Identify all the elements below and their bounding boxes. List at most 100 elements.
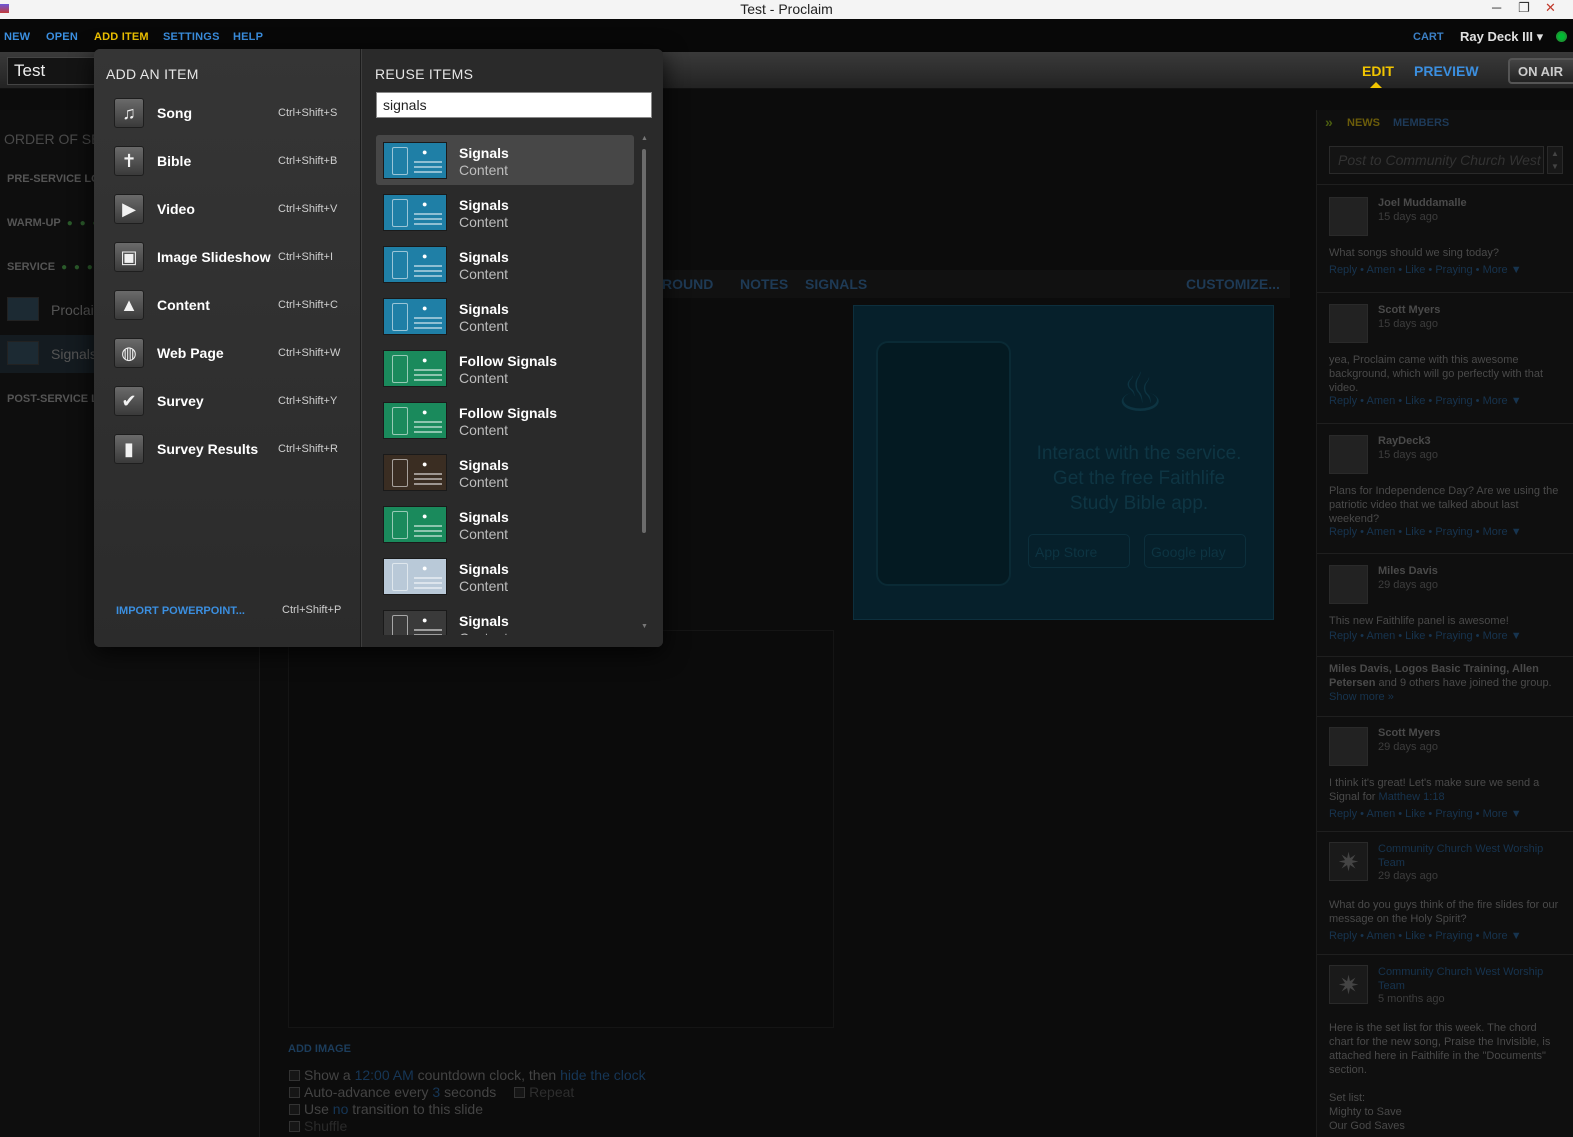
text-line-graphic: [414, 634, 442, 635]
maximize-icon[interactable]: ❐: [1518, 0, 1530, 16]
hide-clock-link[interactable]: hide the clock: [560, 1067, 646, 1083]
reuse-result-item[interactable]: ● Follow Signals Content: [376, 395, 634, 445]
scrollbar-thumb[interactable]: [642, 149, 646, 533]
text-line-graphic: [414, 270, 442, 272]
result-type: Content: [459, 630, 508, 635]
post-actions[interactable]: Reply • Amen • Like • Praying • More ▼: [1329, 930, 1522, 942]
section-service[interactable]: SERVICE ● ● ●: [7, 261, 95, 273]
transition-link[interactable]: no: [333, 1101, 349, 1117]
post-author[interactable]: Scott Myers: [1378, 304, 1440, 316]
results-scrollbar[interactable]: ▲ ▼: [641, 135, 648, 637]
post-input-scroll-icon[interactable]: ▲ ▼: [1547, 146, 1563, 174]
section-post-service[interactable]: POST-SERVICE LO: [7, 393, 106, 405]
checkbox[interactable]: [289, 1070, 300, 1081]
reuse-result-item[interactable]: ● SignalsContent: [376, 551, 634, 601]
section-pre-service[interactable]: PRE-SERVICE LO: [7, 173, 100, 185]
add-image-slideshow-button[interactable]: ▣ Image Slideshow Ctrl+Shift+I: [100, 236, 354, 280]
menu-open[interactable]: OPEN: [46, 31, 78, 43]
post-actions[interactable]: Reply • Amen • Like • Praying • More ▼: [1329, 264, 1522, 276]
drop-icon: ●: [422, 147, 428, 157]
add-song-button[interactable]: ♫ Song Ctrl+Shift+S: [100, 92, 354, 136]
on-air-button[interactable]: ON AIR: [1508, 58, 1573, 84]
preview-text: Interact with the service. Get the free …: [1036, 443, 1242, 514]
tab-news[interactable]: NEWS: [1347, 117, 1380, 129]
show-more-link[interactable]: Show more »: [1329, 691, 1394, 703]
tab-background[interactable]: ROUND: [662, 276, 713, 292]
tab-edit[interactable]: EDIT: [1362, 63, 1394, 79]
post-actions[interactable]: Reply • Amen • Like • Praying • More ▼: [1329, 526, 1522, 538]
menu-new[interactable]: NEW: [4, 31, 30, 43]
checkbox[interactable]: [289, 1087, 300, 1098]
result-thumbnail: ●: [383, 610, 447, 635]
auto-advance-option[interactable]: Auto-advance every 3 seconds Repeat: [289, 1084, 574, 1100]
document-title-field[interactable]: Test: [7, 57, 97, 85]
result-type: Content: [459, 318, 509, 334]
sidebar-tabs: » NEWS MEMBERS: [1317, 110, 1573, 138]
time-link[interactable]: 12:00 AM: [355, 1067, 414, 1083]
menu-settings[interactable]: SETTINGS: [163, 31, 220, 43]
add-survey-results-button[interactable]: ▮ Survey Results Ctrl+Shift+R: [100, 428, 354, 472]
slide-preview-image: ♨ Interact with the service. Get the fre…: [853, 305, 1274, 620]
reuse-result-item[interactable]: ● SignalsContent: [376, 187, 634, 237]
text-line-graphic: [414, 369, 442, 371]
order-item-label: Proclai: [51, 302, 94, 318]
post-author[interactable]: Scott Myers: [1378, 727, 1440, 739]
post-author[interactable]: RayDeck3: [1378, 435, 1431, 447]
tab-notes[interactable]: NOTES: [740, 276, 788, 292]
tab-preview[interactable]: PREVIEW: [1414, 63, 1479, 79]
checkbox[interactable]: [289, 1121, 300, 1132]
add-web-page-button[interactable]: ◍ Web Page Ctrl+Shift+W: [100, 332, 354, 376]
shortcut: Ctrl+Shift+W: [278, 347, 341, 359]
collapse-chevron-icon[interactable]: »: [1325, 114, 1333, 130]
shuffle-option[interactable]: Shuffle: [289, 1118, 347, 1134]
bar-chart-icon: ▮: [114, 434, 144, 464]
post-author[interactable]: Miles Davis: [1378, 565, 1438, 577]
drop-icon: ●: [422, 251, 428, 261]
post-body: This new Faithlife panel is awesome!: [1329, 615, 1509, 627]
tab-members[interactable]: MEMBERS: [1393, 117, 1449, 129]
add-content-button[interactable]: ▲ Content Ctrl+Shift+C: [100, 284, 354, 328]
reuse-result-item[interactable]: ● SignalsContent: [376, 447, 634, 497]
reuse-search-input[interactable]: [376, 92, 652, 118]
close-icon[interactable]: ✕: [1545, 0, 1556, 16]
reuse-result-item[interactable]: ● Follow Signals Content: [376, 343, 634, 393]
reuse-result-item[interactable]: ● SignalsContent: [376, 239, 634, 289]
scroll-up-icon[interactable]: ▲: [641, 135, 648, 142]
add-image-link[interactable]: ADD IMAGE: [288, 1043, 351, 1055]
slide-canvas[interactable]: [288, 630, 834, 1028]
checkbox[interactable]: [289, 1104, 300, 1115]
cart-link[interactable]: CART: [1413, 31, 1444, 43]
add-bible-button[interactable]: ✝ Bible Ctrl+Shift+B: [100, 140, 354, 184]
transition-option[interactable]: Use no transition to this slide: [289, 1101, 483, 1117]
countdown-option[interactable]: Show a 12:00 AM countdown clock, then hi…: [289, 1067, 646, 1083]
tab-signals[interactable]: SIGNALS: [805, 276, 867, 292]
menu-add-item[interactable]: ADD ITEM: [94, 31, 149, 43]
tab-customize[interactable]: CUSTOMIZE...: [1186, 276, 1280, 292]
repeat-checkbox[interactable]: [514, 1087, 526, 1098]
add-video-button[interactable]: ▶ Video Ctrl+Shift+V: [100, 188, 354, 232]
post-author[interactable]: Community Church West Worship Team: [1378, 842, 1558, 870]
order-item-thumbnail: [7, 297, 39, 321]
post-actions[interactable]: Reply • Amen • Like • Praying • More ▼: [1329, 395, 1522, 407]
reuse-result-item[interactable]: ● SignalsContent: [376, 135, 634, 185]
user-menu[interactable]: Ray Deck III ▾: [1460, 29, 1543, 45]
reuse-result-item[interactable]: ● SignalsContent: [376, 603, 634, 635]
post-actions[interactable]: Reply • Amen • Like • Praying • More ▼: [1329, 808, 1522, 820]
reuse-results-list[interactable]: ● Signals Content ● Signals Content ● Signals Co…: [376, 135, 638, 635]
post-author[interactable]: Community Church West Worship Team: [1378, 965, 1558, 993]
minimize-icon[interactable]: ─: [1492, 0, 1501, 16]
import-powerpoint-link[interactable]: IMPORT POWERPOINT...: [116, 605, 245, 617]
scripture-link[interactable]: Matthew 1:18: [1379, 791, 1445, 803]
reuse-result-item[interactable]: ● SignalsContent: [376, 291, 634, 341]
text-line-graphic: [414, 166, 442, 168]
post-actions[interactable]: Reply • Amen • Like • Praying • More ▼: [1329, 630, 1522, 642]
add-survey-button[interactable]: ✔ Survey Ctrl+Shift+Y: [100, 380, 354, 424]
post-author[interactable]: Joel Muddamalle: [1378, 197, 1467, 209]
scroll-down-icon[interactable]: ▼: [641, 623, 648, 630]
text-line-graphic: [414, 374, 442, 376]
phone-graphic: [392, 511, 408, 539]
post-input[interactable]: Post to Community Church West Worship Te…: [1329, 146, 1544, 174]
reuse-result-item[interactable]: ● SignalsContent: [376, 499, 634, 549]
menu-help[interactable]: HELP: [233, 31, 263, 43]
section-warm-up[interactable]: WARM-UP ● ● ●: [7, 217, 100, 229]
